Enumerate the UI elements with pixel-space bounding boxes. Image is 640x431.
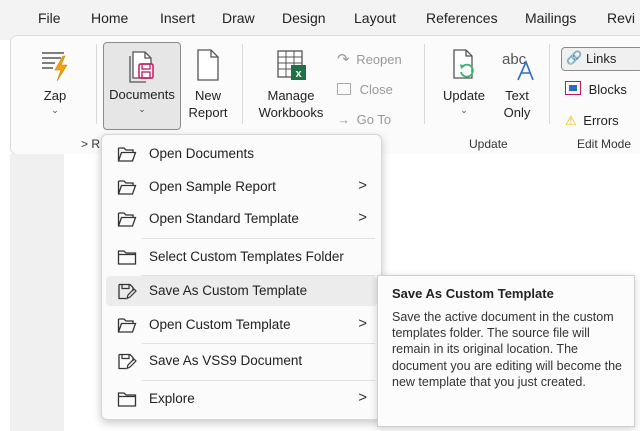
menu-item-open-sample-report[interactable]: Open Sample Report >	[106, 172, 377, 202]
chevron-right-icon: >	[358, 209, 367, 226]
close-button[interactable]: Close	[337, 82, 393, 97]
reopen-icon: ↷	[337, 51, 350, 68]
reopen-label: Reopen	[356, 52, 402, 67]
close-label: Close	[359, 82, 393, 97]
chevron-down-icon: ⌄	[138, 104, 146, 114]
tab-home[interactable]: Home	[91, 10, 128, 26]
documents-icon	[129, 51, 154, 83]
group-label-first: > R	[81, 137, 101, 151]
text-only-icon: abc	[502, 51, 534, 81]
excel-workbook-icon: x	[277, 50, 306, 80]
blocks-button[interactable]: Blocks	[565, 81, 627, 97]
text-only-label-line1: Text	[505, 88, 529, 103]
reopen-button[interactable]: ↷ Reopen	[337, 50, 402, 68]
folder-open-icon	[117, 212, 137, 227]
menu-separator	[142, 343, 375, 344]
menu-item-label: Open Sample Report	[149, 179, 276, 194]
errors-button[interactable]: ⚠ Errors	[565, 113, 619, 129]
ribbon-divider	[242, 44, 243, 124]
links-button[interactable]: 🔗 Links	[561, 47, 640, 71]
new-document-icon	[197, 49, 219, 81]
menu-item-open-documents[interactable]: Open Documents	[106, 139, 377, 169]
links-label: Links	[586, 51, 617, 66]
documents-label: Documents	[109, 87, 175, 102]
update-document-icon	[453, 49, 474, 79]
documents-button[interactable]: Documents ⌄	[103, 42, 181, 130]
save-as-icon	[118, 353, 137, 370]
menu-separator	[142, 380, 375, 381]
menu-item-open-standard-template[interactable]: Open Standard Template >	[106, 204, 377, 234]
tab-file[interactable]: File	[38, 10, 61, 26]
errors-label: Errors	[583, 113, 619, 128]
tab-references[interactable]: References	[426, 10, 498, 26]
folder-icon	[117, 392, 137, 407]
ribbon-divider	[424, 44, 425, 124]
manage-workbooks-button[interactable]: x Manage Workbooks	[252, 47, 330, 121]
new-report-button[interactable]: New Report	[183, 47, 233, 121]
menu-item-label: Open Standard Template	[149, 211, 299, 226]
ribbon-divider	[96, 44, 97, 124]
tooltip: Save As Custom Template Save the active …	[377, 275, 635, 427]
chevron-right-icon: >	[358, 315, 367, 332]
tab-layout[interactable]: Layout	[354, 10, 396, 26]
tooltip-title: Save As Custom Template	[392, 286, 554, 301]
tab-insert[interactable]: Insert	[160, 10, 195, 26]
update-button[interactable]: Update ⌄	[439, 47, 489, 116]
folder-icon	[117, 250, 137, 265]
new-report-label-line1: New	[194, 88, 221, 103]
new-report-label-line2: Report	[188, 105, 228, 120]
zap-label: Zap	[43, 88, 67, 103]
zap-button[interactable]: Zap ⌄	[31, 47, 79, 116]
chevron-down-icon: ⌄	[51, 105, 59, 115]
close-document-icon	[337, 83, 351, 95]
menu-item-label: Save As VSS9 Document	[149, 353, 303, 368]
documents-dropdown-menu: Open Documents Open Sample Report > Open…	[101, 134, 382, 420]
text-only-label-line2: Only	[503, 105, 531, 120]
go-to-label: Go To	[356, 112, 392, 127]
svg-text:x: x	[295, 68, 302, 80]
menu-bar: File Home Insert Draw Design Layout Refe…	[0, 0, 640, 40]
menu-item-label: Open Documents	[149, 146, 255, 161]
folder-open-icon	[117, 147, 137, 162]
folder-open-icon	[117, 180, 137, 195]
tooltip-description: Save the active document in the custom t…	[392, 310, 622, 389]
blocks-label: Blocks	[588, 82, 627, 97]
menu-item-label: Explore	[149, 391, 195, 406]
group-label-update: Update	[469, 137, 508, 151]
menu-item-label: Select Custom Templates Folder	[149, 249, 344, 264]
menu-item-save-as-vss9-document[interactable]: Save As VSS9 Document	[106, 346, 377, 376]
go-to-button[interactable]: → Go To	[337, 112, 391, 127]
folder-open-icon	[117, 318, 137, 333]
tab-review[interactable]: Revi	[607, 10, 635, 26]
blocks-icon	[565, 81, 581, 95]
menu-item-explore[interactable]: Explore >	[106, 384, 377, 414]
tab-design[interactable]: Design	[282, 10, 326, 26]
tab-draw[interactable]: Draw	[222, 10, 255, 26]
zap-icon	[42, 52, 68, 82]
arrow-right-icon: →	[337, 112, 350, 127]
chevron-right-icon: >	[358, 389, 367, 406]
svg-text:abc: abc	[502, 51, 527, 68]
menu-item-open-custom-template[interactable]: Open Custom Template >	[106, 310, 377, 340]
link-icon: 🔗	[566, 50, 583, 65]
manage-workbooks-label-line1: Manage	[267, 88, 315, 103]
manage-workbooks-label-line2: Workbooks	[258, 105, 324, 120]
menu-item-label: Save As Custom Template	[149, 283, 308, 298]
group-label-edit-mode: Edit Mode	[577, 137, 632, 151]
tab-mailings[interactable]: Mailings	[525, 10, 576, 26]
menu-separator	[142, 238, 375, 239]
menu-item-save-as-custom-template[interactable]: Save As Custom Template	[106, 276, 377, 306]
chevron-down-icon: ⌄	[460, 105, 468, 115]
menu-item-select-custom-templates-folder[interactable]: Select Custom Templates Folder	[106, 242, 377, 272]
text-only-button[interactable]: abc Text Only	[495, 47, 539, 121]
save-as-icon	[118, 283, 137, 300]
warning-icon: ⚠	[565, 113, 577, 128]
menu-item-label: Open Custom Template	[149, 317, 291, 332]
ribbon-divider	[549, 44, 550, 124]
chevron-right-icon: >	[358, 177, 367, 194]
update-label: Update	[443, 88, 485, 103]
